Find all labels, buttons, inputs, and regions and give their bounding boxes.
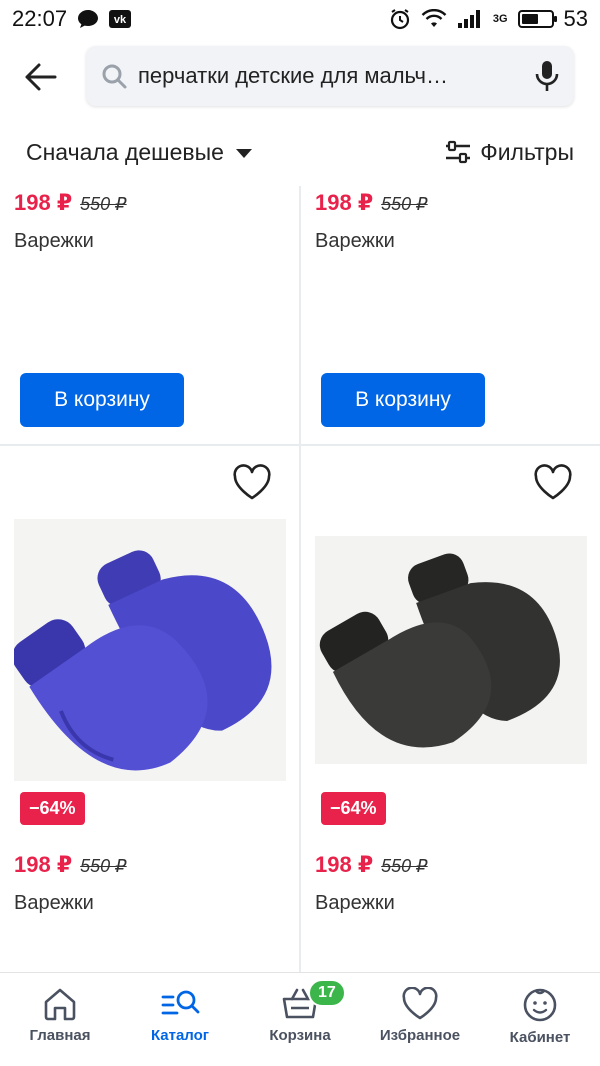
home-icon xyxy=(44,988,76,1021)
product-card[interactable]: 198 ₽ 550 ₽ Варежки В корзину xyxy=(301,186,600,444)
search-query: перчатки детские для мальч… xyxy=(138,63,448,88)
filters-button[interactable]: Фильтры xyxy=(444,139,574,166)
sliders-icon xyxy=(446,140,471,164)
price-row: 198 ₽ 550 ₽ xyxy=(315,190,428,216)
search-input[interactable]: перчатки детские для мальч… xyxy=(86,46,574,106)
nav-label: Корзина xyxy=(269,1027,331,1044)
bottom-navigation: Главная Каталог 17 Корзина Избранное Каб… xyxy=(0,972,600,1066)
nav-label: Кабинет xyxy=(509,1029,571,1046)
svg-text:vk: vk xyxy=(114,14,127,26)
wifi-icon xyxy=(421,9,447,27)
old-price: 550 ₽ xyxy=(80,194,127,214)
product-title: Варежки xyxy=(14,892,94,914)
product-photo-blue-mittens[interactable] xyxy=(14,519,286,781)
arrow-left-icon xyxy=(25,63,57,91)
nav-item-favorites[interactable]: Избранное xyxy=(360,973,480,1066)
nav-label: Избранное xyxy=(379,1027,461,1044)
heart-icon xyxy=(402,987,438,1020)
price: 198 ₽ xyxy=(14,852,73,877)
product-photo-black-mittens[interactable] xyxy=(315,536,587,764)
vk-icon: vk xyxy=(109,10,132,28)
signal-icon xyxy=(457,10,480,28)
battery-level: 53 xyxy=(563,6,588,31)
product-title: Варежки xyxy=(14,230,94,252)
price-row: 198 ₽ 550 ₽ xyxy=(14,852,127,878)
cart-count-badge: 17 xyxy=(308,979,346,1007)
old-price: 550 ₽ xyxy=(381,856,428,876)
product-card[interactable]: −64% 198 ₽ 550 ₽ Варежки xyxy=(301,446,600,972)
favorite-heart-icon[interactable] xyxy=(532,464,574,502)
back-button[interactable] xyxy=(0,38,80,116)
search-header: перчатки детские для мальч… xyxy=(0,38,600,116)
nav-label: Главная xyxy=(29,1027,91,1044)
clock: 22:07 xyxy=(12,6,68,31)
caret-down-icon xyxy=(235,148,252,158)
old-price: 550 ₽ xyxy=(80,856,127,876)
filters-label: Фильтры xyxy=(480,138,574,165)
add-to-cart-button[interactable]: В корзину xyxy=(20,373,184,427)
add-to-cart-button[interactable]: В корзину xyxy=(321,373,485,427)
search-icon xyxy=(102,64,127,89)
price-row: 198 ₽ 550 ₽ xyxy=(14,190,127,216)
product-title: Варежки xyxy=(315,230,395,252)
sort-dropdown[interactable]: Сначала дешевые xyxy=(26,139,252,166)
old-price: 550 ₽ xyxy=(381,194,428,214)
nav-label: Каталог xyxy=(150,1027,210,1044)
sort-filter-bar: Сначала дешевые Фильтры xyxy=(0,116,600,188)
product-card[interactable]: −64% 198 ₽ 550 ₽ Варежки xyxy=(0,446,299,972)
message-icon xyxy=(78,10,99,28)
product-grid: 198 ₽ 550 ₽ Варежки В корзину 198 ₽ 550 … xyxy=(0,186,600,972)
battery-icon xyxy=(517,10,557,28)
alarm-icon xyxy=(390,9,409,30)
microphone-icon[interactable] xyxy=(534,59,560,93)
face-icon xyxy=(523,988,557,1022)
nav-item-catalog[interactable]: Каталог xyxy=(120,973,240,1066)
nav-item-cart[interactable]: 17 Корзина xyxy=(240,973,360,1066)
status-bar: 22:07 vk 3G 53 xyxy=(0,0,600,38)
nav-item-profile[interactable]: Кабинет xyxy=(480,973,600,1066)
price-row: 198 ₽ 550 ₽ xyxy=(315,852,428,878)
product-card[interactable]: 198 ₽ 550 ₽ Варежки В корзину xyxy=(0,186,299,444)
discount-badge: −64% xyxy=(321,792,386,825)
favorite-heart-icon[interactable] xyxy=(231,464,273,502)
network-type: 3G xyxy=(492,13,508,25)
price: 198 ₽ xyxy=(315,852,374,877)
catalog-search-icon xyxy=(161,990,200,1015)
price: 198 ₽ xyxy=(14,190,73,215)
nav-item-home[interactable]: Главная xyxy=(0,973,120,1066)
price: 198 ₽ xyxy=(315,190,374,215)
product-title: Варежки xyxy=(315,892,395,914)
sort-label: Сначала дешевые xyxy=(26,138,224,165)
discount-badge: −64% xyxy=(20,792,85,825)
